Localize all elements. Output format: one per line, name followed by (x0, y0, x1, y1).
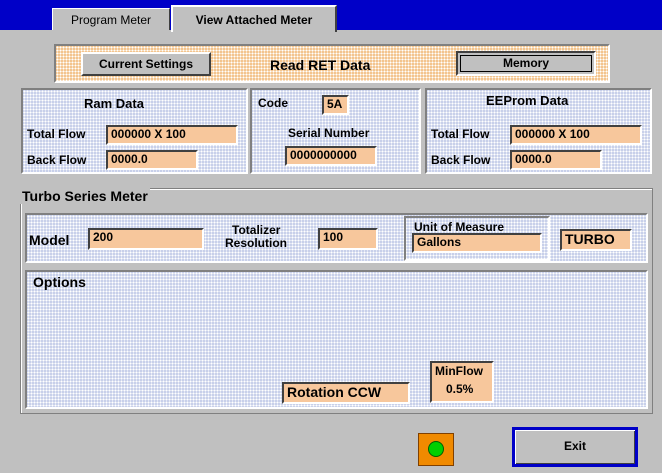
minflow-label: MinFlow (435, 364, 483, 378)
eeprom-data-title: EEProm Data (486, 93, 569, 108)
exit-button[interactable]: Exit (512, 427, 638, 467)
turbo-series-meter-title: Turbo Series Meter (20, 188, 150, 204)
minflow-value: 0.5% (446, 382, 474, 396)
serial-number-field[interactable]: 0000000000 (285, 146, 377, 166)
tab-program-meter[interactable]: Program Meter (52, 8, 170, 30)
status-led-icon (428, 441, 444, 457)
rotation-field[interactable]: Rotation CCW (282, 382, 410, 404)
ram-back-flow-field[interactable]: 0000.0 (106, 150, 198, 170)
ram-total-flow-label: Total Flow (27, 127, 86, 141)
totalizer-label-line1: Totalizer (232, 223, 281, 237)
totalizer-label-line2: Resolution (225, 236, 287, 250)
memory-button[interactable]: Memory (456, 51, 596, 76)
model-label: Model (29, 232, 70, 248)
options-title: Options (33, 274, 86, 290)
eeprom-back-flow-field[interactable]: 0000.0 (510, 150, 602, 170)
current-settings-button[interactable]: Current Settings (81, 52, 211, 76)
ram-data-title: Ram Data (84, 96, 144, 111)
model-field[interactable]: 200 (88, 228, 204, 250)
totalizer-resolution-field[interactable]: 100 (318, 228, 378, 250)
ram-total-flow-field[interactable]: 000000 X 100 (106, 125, 238, 145)
eeprom-total-flow-label: Total Flow (431, 127, 490, 141)
unit-of-measure-label: Unit of Measure (414, 220, 505, 234)
tab-view-attached-meter[interactable]: View Attached Meter (171, 5, 337, 32)
ram-back-flow-label: Back Flow (27, 153, 87, 167)
unit-of-measure-field[interactable]: Gallons (412, 233, 542, 253)
code-field[interactable]: 5A (322, 95, 349, 115)
code-label: Code (258, 96, 288, 110)
eeprom-back-flow-label: Back Flow (431, 153, 491, 167)
read-ret-data-label: Read RET Data (270, 57, 371, 73)
serial-number-label: Serial Number (288, 126, 370, 140)
eeprom-total-flow-field[interactable]: 000000 X 100 (510, 125, 642, 145)
meter-type-field: TURBO (560, 229, 632, 251)
